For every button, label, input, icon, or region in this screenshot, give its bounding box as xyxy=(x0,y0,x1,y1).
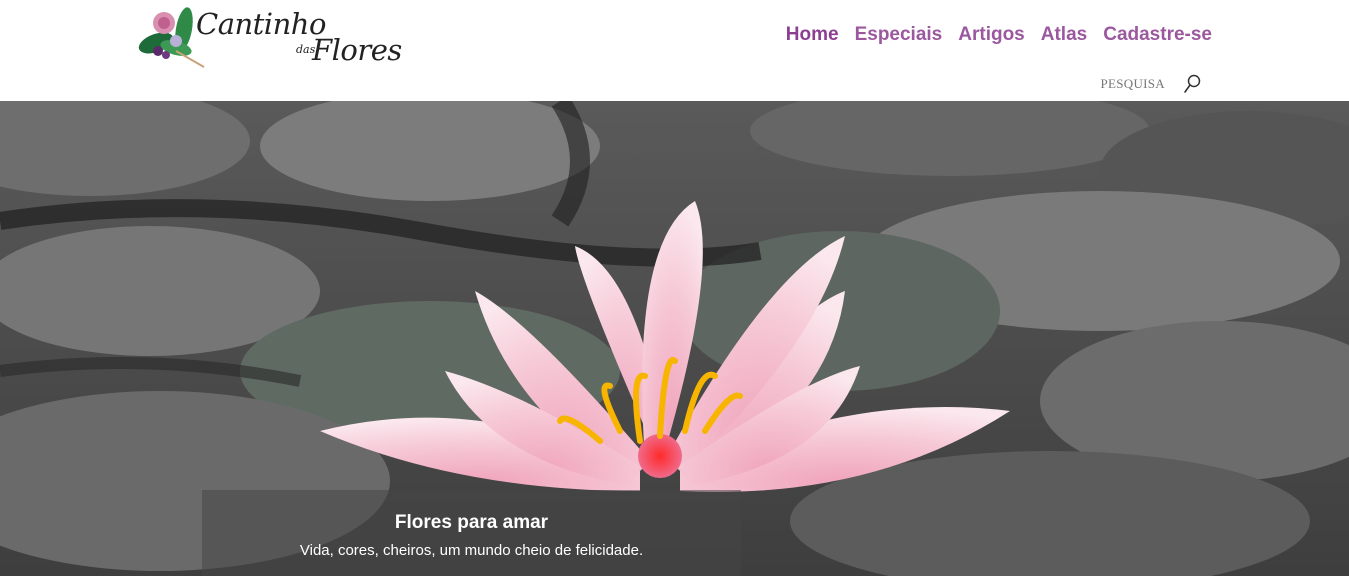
hero-caption-subtitle: Vida, cores, cheiros, um mundo cheio de … xyxy=(299,542,644,559)
logo-text-cantinho: Cantinho xyxy=(196,7,326,41)
hero-caption-title: Flores para amar xyxy=(394,512,549,533)
logo-text-flores: Flores xyxy=(312,33,402,67)
site-logo[interactable]: Cantinho das Flores xyxy=(136,3,402,69)
nav-item-atlas[interactable]: Atlas xyxy=(1041,24,1087,46)
main-nav: Home Especiais Artigos Atlas Cadastre-se xyxy=(786,24,1212,46)
search-input[interactable] xyxy=(1095,76,1165,92)
hero-caption: Flores para amar Vida, cores, cheiros, u… xyxy=(202,490,741,576)
nav-item-home[interactable]: Home xyxy=(786,24,839,46)
nav-item-artigos[interactable]: Artigos xyxy=(958,24,1025,46)
site-header: Cantinho das Flores Home Especiais Artig… xyxy=(0,0,1349,101)
nav-item-especiais[interactable]: Especiais xyxy=(855,24,943,46)
nav-item-cadastre-se[interactable]: Cadastre-se xyxy=(1103,24,1212,46)
search-bar xyxy=(1095,74,1201,94)
hero-banner: Flores para amar Vida, cores, cheiros, u… xyxy=(0,101,1349,576)
search-icon[interactable] xyxy=(1183,74,1201,94)
